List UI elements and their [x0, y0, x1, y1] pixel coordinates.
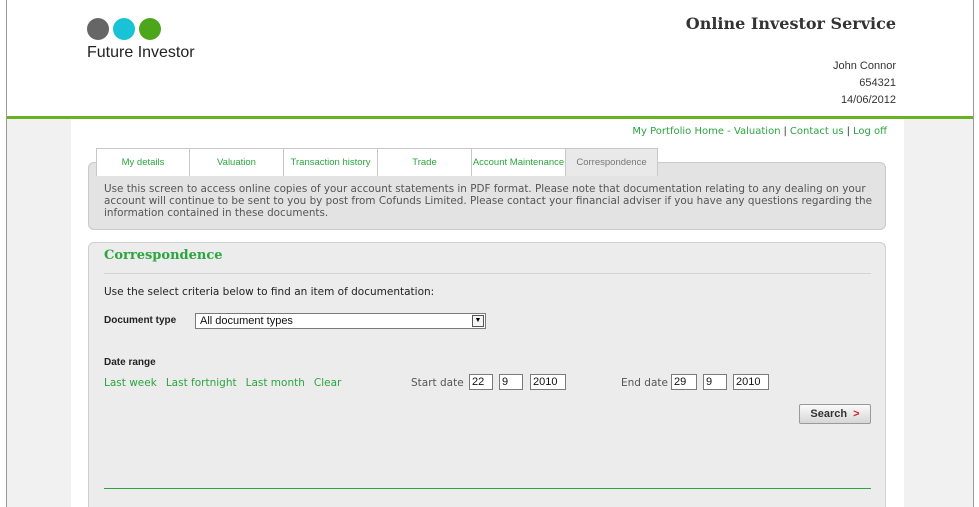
current-date: 14/06/2012 [840, 94, 896, 106]
last-week-link[interactable]: Last week [104, 377, 157, 389]
last-fortnight-link[interactable]: Last fortnight [166, 377, 237, 389]
logo-gray-dot-icon [87, 18, 109, 40]
link-separator: | [783, 126, 787, 137]
service-title: Online Investor Service [685, 14, 896, 33]
user-info: John Connor 654321 14/06/2012 [833, 58, 896, 109]
chevron-right-icon: > [853, 408, 860, 420]
quick-date-links: Last week Last fortnight Last month Clea… [104, 377, 341, 389]
start-year-field[interactable]: 2010 [530, 374, 566, 390]
dropdown-arrow-icon[interactable]: ▼ [472, 315, 484, 327]
left-margin [7, 119, 71, 507]
user-name: John Connor [833, 60, 896, 72]
end-month-field[interactable]: 9 [703, 374, 727, 390]
start-date-label: Start date [411, 377, 464, 389]
right-margin [904, 119, 973, 507]
document-type-label: Document type [104, 315, 177, 326]
search-button[interactable]: Search > [799, 404, 871, 424]
logo-green-dot-icon [139, 18, 161, 40]
tab-account-maintenance[interactable]: Account Maintenance [472, 148, 566, 176]
bottom-divider [104, 488, 871, 489]
tab-bar: My details Valuation Transaction history… [96, 148, 658, 176]
tab-correspondence[interactable]: Correspondence [566, 148, 658, 176]
date-range-label: Date range [104, 357, 156, 368]
section-divider [104, 273, 871, 274]
end-day-field[interactable]: 29 [671, 374, 697, 390]
logo-cyan-dot-icon [113, 18, 135, 40]
portfolio-home-link[interactable]: My Portfolio Home - Valuation [632, 126, 780, 137]
clear-link[interactable]: Clear [314, 377, 341, 389]
account-number: 654321 [859, 77, 896, 89]
tab-my-details[interactable]: My details [96, 148, 190, 176]
document-type-value: All document types [200, 315, 293, 327]
tab-valuation[interactable]: Valuation [190, 148, 284, 176]
tab-trade[interactable]: Trade [378, 148, 472, 176]
search-button-label: Search [810, 408, 848, 420]
info-text: Use this screen to access online copies … [104, 183, 872, 219]
top-nav-links: My Portfolio Home - Valuation | Contact us… [632, 126, 887, 137]
log-off-link[interactable]: Log off [853, 126, 887, 137]
criteria-instructions: Use the select criteria below to find an… [104, 286, 435, 298]
document-type-select[interactable]: All document types ▼ [195, 313, 486, 329]
end-year-field[interactable]: 2010 [733, 374, 769, 390]
logo [87, 18, 161, 40]
end-date-label: End date [621, 377, 668, 389]
start-month-field[interactable]: 9 [499, 374, 523, 390]
link-separator: | [846, 126, 850, 137]
brand-name: Future Investor [87, 44, 195, 61]
section-title: Correspondence [104, 248, 223, 263]
contact-us-link[interactable]: Contact us [790, 126, 844, 137]
header-divider [7, 116, 973, 119]
last-month-link[interactable]: Last month [246, 377, 305, 389]
tab-transaction-history[interactable]: Transaction history [284, 148, 378, 176]
start-day-field[interactable]: 22 [469, 374, 493, 390]
